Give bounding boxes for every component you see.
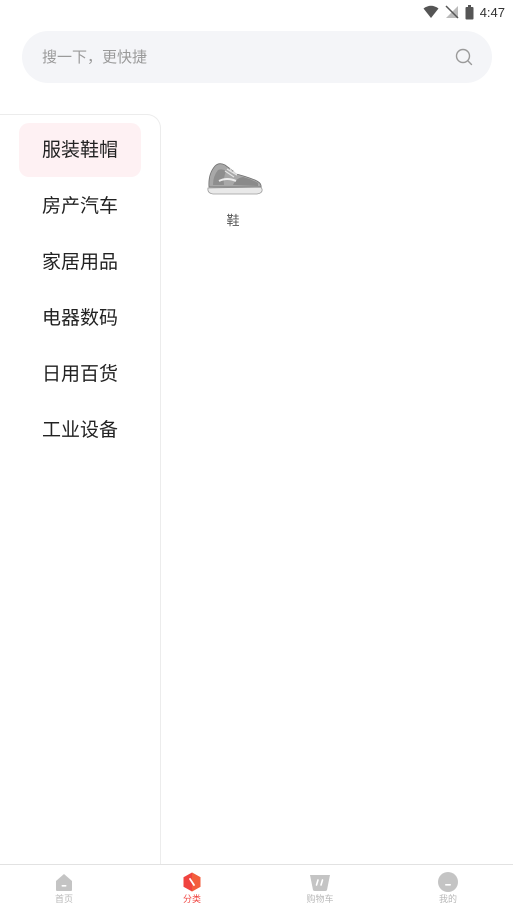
tab-cart-label: 购物车	[306, 895, 334, 905]
category-item-clothing[interactable]: 服装鞋帽	[19, 123, 141, 177]
battery-icon	[465, 4, 474, 19]
search-icon[interactable]	[454, 47, 474, 67]
product-label: 鞋	[226, 214, 240, 229]
status-bar: 4:47	[0, 0, 513, 24]
category-item-daily-goods[interactable]: 日用百货	[19, 347, 141, 401]
category-item-property-cars[interactable]: 房产汽车	[19, 179, 141, 233]
search-bar[interactable]: 搜一下，更快捷	[22, 31, 492, 83]
category-item-industrial[interactable]: 工业设备	[19, 403, 141, 457]
home-icon	[56, 874, 72, 891]
tab-cart[interactable]: 购物车	[256, 871, 384, 906]
category-page: 4:47 搜一下，更快捷 服装鞋帽 房产汽车 家居用品 电器数码 日用百货 工业…	[0, 0, 513, 912]
product-item-shoes[interactable]: 鞋	[198, 152, 268, 230]
tab-profile[interactable]: 我的	[384, 871, 512, 906]
sneaker-image[interactable]	[203, 152, 263, 202]
profile-icon	[438, 872, 458, 892]
status-time: 4:47	[479, 4, 505, 20]
category-icon	[183, 872, 201, 892]
cart-icon	[310, 875, 330, 891]
tab-home[interactable]: 首页	[0, 871, 128, 906]
no-signal-icon	[445, 5, 459, 19]
tab-category[interactable]: 分类	[128, 871, 256, 906]
category-item-electronics[interactable]: 电器数码	[19, 291, 141, 345]
tab-profile-label: 我的	[438, 895, 457, 905]
status-icons: 4:47	[423, 3, 505, 21]
search-placeholder[interactable]: 搜一下，更快捷	[42, 47, 147, 67]
tab-home-label: 首页	[54, 895, 73, 905]
category-sidebar: 服装鞋帽 房产汽车 家居用品 电器数码 日用百货 工业设备	[0, 114, 161, 866]
wifi-icon	[423, 5, 439, 18]
category-item-home-goods[interactable]: 家居用品	[19, 235, 141, 289]
bottom-tab-bar: 首页 分类 购物车 我的	[0, 864, 513, 912]
tab-category-label: 分类	[182, 895, 201, 905]
